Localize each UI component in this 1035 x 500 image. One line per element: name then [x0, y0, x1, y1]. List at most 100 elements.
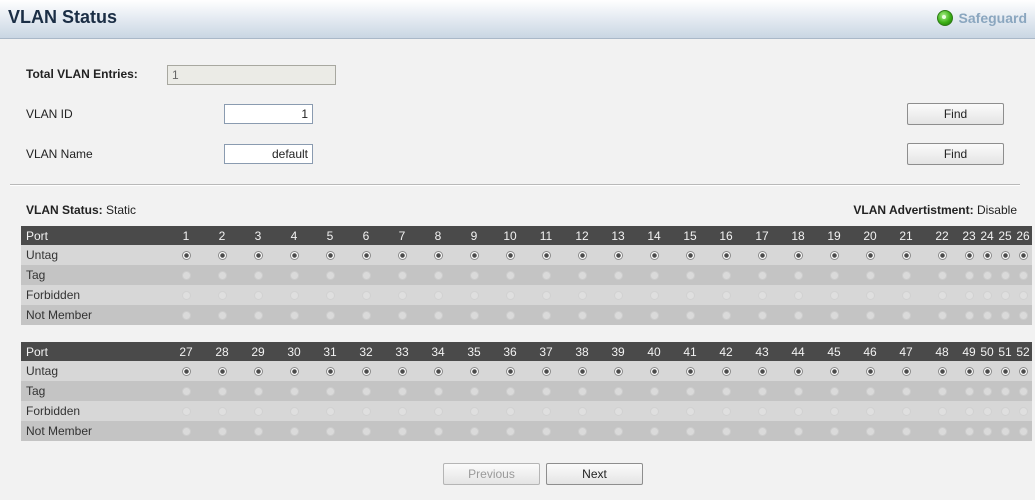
radio-unselected-icon[interactable] — [793, 427, 803, 437]
radio-unselected-icon[interactable] — [1018, 387, 1028, 397]
radio-unselected-icon[interactable] — [1018, 271, 1028, 281]
radio-selected-icon[interactable] — [469, 251, 479, 261]
radio-unselected-icon[interactable] — [865, 271, 875, 281]
radio-unselected-icon[interactable] — [289, 271, 299, 281]
radio-selected-icon[interactable] — [577, 251, 587, 261]
radio-unselected-icon[interactable] — [964, 427, 974, 437]
radio-unselected-icon[interactable] — [721, 311, 731, 321]
radio-unselected-icon[interactable] — [361, 271, 371, 281]
radio-unselected-icon[interactable] — [685, 387, 695, 397]
radio-unselected-icon[interactable] — [964, 271, 974, 281]
radio-unselected-icon[interactable] — [1000, 427, 1010, 437]
radio-unselected-icon[interactable] — [937, 407, 947, 417]
radio-unselected-icon[interactable] — [982, 407, 992, 417]
radio-unselected-icon[interactable] — [865, 311, 875, 321]
radio-unselected-icon[interactable] — [757, 311, 767, 321]
radio-unselected-icon[interactable] — [217, 387, 227, 397]
radio-unselected-icon[interactable] — [541, 407, 551, 417]
radio-selected-icon[interactable] — [433, 251, 443, 261]
radio-selected-icon[interactable] — [829, 251, 839, 261]
radio-unselected-icon[interactable] — [325, 311, 335, 321]
radio-unselected-icon[interactable] — [982, 427, 992, 437]
radio-unselected-icon[interactable] — [505, 291, 515, 301]
radio-unselected-icon[interactable] — [289, 427, 299, 437]
radio-selected-icon[interactable] — [982, 367, 992, 377]
find-by-id-button[interactable]: Find — [907, 103, 1004, 125]
radio-unselected-icon[interactable] — [181, 407, 191, 417]
radio-unselected-icon[interactable] — [757, 271, 767, 281]
radio-unselected-icon[interactable] — [757, 387, 767, 397]
radio-unselected-icon[interactable] — [577, 427, 587, 437]
radio-selected-icon[interactable] — [217, 367, 227, 377]
radio-selected-icon[interactable] — [253, 367, 263, 377]
radio-unselected-icon[interactable] — [1000, 407, 1010, 417]
radio-unselected-icon[interactable] — [721, 427, 731, 437]
radio-unselected-icon[interactable] — [469, 407, 479, 417]
radio-unselected-icon[interactable] — [829, 407, 839, 417]
radio-selected-icon[interactable] — [1018, 251, 1028, 261]
radio-selected-icon[interactable] — [433, 367, 443, 377]
radio-unselected-icon[interactable] — [793, 407, 803, 417]
radio-unselected-icon[interactable] — [253, 311, 263, 321]
radio-unselected-icon[interactable] — [613, 407, 623, 417]
radio-unselected-icon[interactable] — [325, 387, 335, 397]
radio-selected-icon[interactable] — [721, 367, 731, 377]
radio-unselected-icon[interactable] — [397, 271, 407, 281]
radio-unselected-icon[interactable] — [577, 271, 587, 281]
radio-unselected-icon[interactable] — [937, 291, 947, 301]
radio-unselected-icon[interactable] — [217, 427, 227, 437]
radio-selected-icon[interactable] — [865, 251, 875, 261]
radio-unselected-icon[interactable] — [937, 427, 947, 437]
next-button[interactable]: Next — [546, 463, 643, 485]
radio-unselected-icon[interactable] — [577, 311, 587, 321]
radio-unselected-icon[interactable] — [721, 407, 731, 417]
radio-unselected-icon[interactable] — [964, 407, 974, 417]
radio-unselected-icon[interactable] — [505, 311, 515, 321]
radio-selected-icon[interactable] — [757, 367, 767, 377]
radio-unselected-icon[interactable] — [1000, 271, 1010, 281]
radio-unselected-icon[interactable] — [181, 271, 191, 281]
radio-unselected-icon[interactable] — [964, 311, 974, 321]
radio-selected-icon[interactable] — [649, 251, 659, 261]
radio-selected-icon[interactable] — [649, 367, 659, 377]
radio-unselected-icon[interactable] — [865, 387, 875, 397]
radio-unselected-icon[interactable] — [649, 407, 659, 417]
radio-unselected-icon[interactable] — [397, 291, 407, 301]
radio-unselected-icon[interactable] — [541, 291, 551, 301]
radio-unselected-icon[interactable] — [577, 407, 587, 417]
radio-selected-icon[interactable] — [361, 251, 371, 261]
radio-unselected-icon[interactable] — [937, 387, 947, 397]
radio-unselected-icon[interactable] — [505, 271, 515, 281]
radio-selected-icon[interactable] — [541, 251, 551, 261]
radio-unselected-icon[interactable] — [397, 427, 407, 437]
radio-unselected-icon[interactable] — [325, 427, 335, 437]
radio-unselected-icon[interactable] — [649, 311, 659, 321]
radio-unselected-icon[interactable] — [613, 427, 623, 437]
radio-unselected-icon[interactable] — [433, 311, 443, 321]
radio-selected-icon[interactable] — [964, 251, 974, 261]
radio-unselected-icon[interactable] — [1018, 427, 1028, 437]
previous-button[interactable]: Previous — [443, 463, 540, 485]
radio-unselected-icon[interactable] — [397, 387, 407, 397]
radio-unselected-icon[interactable] — [397, 407, 407, 417]
radio-unselected-icon[interactable] — [541, 271, 551, 281]
radio-selected-icon[interactable] — [829, 367, 839, 377]
radio-unselected-icon[interactable] — [1000, 387, 1010, 397]
radio-unselected-icon[interactable] — [793, 271, 803, 281]
radio-unselected-icon[interactable] — [289, 407, 299, 417]
radio-selected-icon[interactable] — [937, 367, 947, 377]
radio-selected-icon[interactable] — [253, 251, 263, 261]
radio-unselected-icon[interactable] — [1000, 291, 1010, 301]
radio-unselected-icon[interactable] — [1018, 311, 1028, 321]
radio-unselected-icon[interactable] — [829, 311, 839, 321]
radio-unselected-icon[interactable] — [982, 291, 992, 301]
radio-selected-icon[interactable] — [289, 367, 299, 377]
radio-unselected-icon[interactable] — [217, 407, 227, 417]
radio-selected-icon[interactable] — [181, 367, 191, 377]
radio-unselected-icon[interactable] — [982, 387, 992, 397]
radio-selected-icon[interactable] — [217, 251, 227, 261]
radio-unselected-icon[interactable] — [865, 427, 875, 437]
radio-unselected-icon[interactable] — [901, 387, 911, 397]
radio-unselected-icon[interactable] — [361, 291, 371, 301]
radio-unselected-icon[interactable] — [964, 387, 974, 397]
